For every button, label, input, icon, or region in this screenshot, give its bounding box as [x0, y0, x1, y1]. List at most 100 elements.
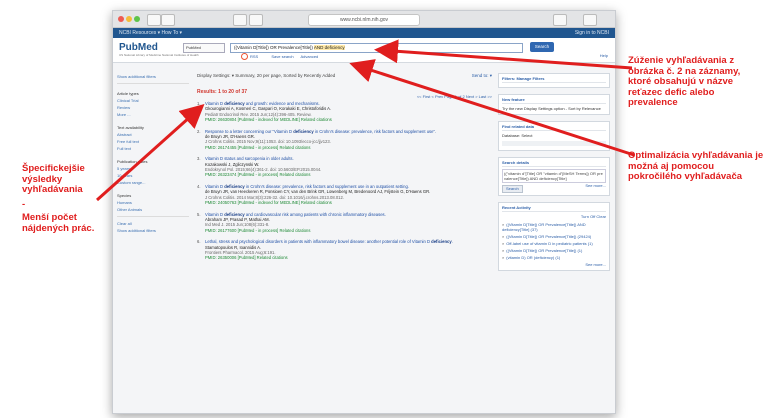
- help-link[interactable]: Help: [600, 53, 608, 58]
- recent-item[interactable]: ⌕ ((Vitamin D[Title]) OR Prevalence[Title…: [502, 234, 606, 239]
- recent-item[interactable]: ⌕ Off-label use of vitamin D in pediatric…: [502, 241, 606, 246]
- search-sublinks: RSS Save search Advanced: [241, 53, 324, 60]
- pager[interactable]: << First < Prev Page 1 of 2 Next > Last …: [417, 94, 492, 99]
- search-input[interactable]: ((Vitamin D[Title]) OR Prevalence[Title]…: [230, 43, 523, 53]
- filter-item[interactable]: 5 years: [117, 165, 189, 172]
- result-links[interactable]: PMID: 24050763 [PubMed - indexed for MED…: [205, 200, 492, 205]
- display-settings[interactable]: Display Settings: ▾ Summary, 20 per page…: [197, 73, 492, 79]
- screenshot-frame: www.ncbi.nlm.nih.gov NCBI Resources ▾ Ho…: [112, 10, 616, 414]
- filter-heading: Publication dates: [117, 159, 148, 164]
- results-list: 1. Vitamin D deficiency and growth: evide…: [197, 101, 492, 261]
- send-to-menu[interactable]: Send to: ▾: [472, 73, 492, 79]
- maximize-dot-icon[interactable]: [134, 16, 140, 22]
- result-title-text: Lethal, stress and psychological disorde…: [205, 239, 432, 245]
- rss-link[interactable]: RSS: [241, 53, 264, 60]
- filter-item[interactable]: Custom range...: [117, 179, 189, 186]
- new-feature-text[interactable]: Try the new Display Settings option - So…: [502, 106, 606, 112]
- recent-item-label: (vitamin D) OR (deficiency) (1): [506, 255, 561, 260]
- recent-item-label: ((Vitamin D[Title]) OR Prevalence[Title]…: [506, 248, 583, 253]
- result-number: 2.: [197, 128, 201, 134]
- address-bar[interactable]: www.ncbi.nlm.nih.gov: [308, 14, 420, 26]
- filters-sidebar: Show additional filters Article types Cl…: [117, 73, 189, 234]
- filter-item[interactable]: More ...: [117, 111, 189, 118]
- recent-list: ⌕ ((Vitamin D[Title]) OR Prevalence[Title…: [502, 222, 606, 260]
- tabs-button[interactable]: [249, 14, 263, 26]
- result-links[interactable]: PMID: 26174455 [PubMed - in process] Rel…: [205, 145, 492, 150]
- recent-item-label: ((Vitamin D[Title]) OR Prevalence[Title]…: [506, 234, 592, 239]
- ncbi-resources-menu[interactable]: NCBI Resources ▾ How To ▾: [119, 30, 182, 36]
- search-details-title: Search details: [502, 160, 606, 167]
- divider: [117, 216, 189, 217]
- result-links[interactable]: PMID: 26177600 [PubMed - in process] Rel…: [205, 228, 492, 233]
- search-details-box: Search details (("vitamin d"[Title] OR "…: [498, 157, 610, 196]
- share-button[interactable]: [553, 14, 567, 26]
- result-title-highlight: deficiency: [224, 183, 245, 189]
- filter-item[interactable]: Free full text: [117, 138, 189, 145]
- search-icon: ⌕: [502, 248, 505, 253]
- divider: [117, 83, 189, 84]
- result-title-rest: in Crohn's disease: prevalence, risk fac…: [313, 128, 437, 134]
- recent-see-more[interactable]: See more...: [502, 262, 606, 268]
- downloads-button[interactable]: [583, 14, 597, 26]
- sidebar-button[interactable]: [233, 14, 247, 26]
- forward-button[interactable]: [161, 14, 175, 26]
- annotation-zuzenie: Zúženie vyhľadávania z obrázka č. 2 na z…: [628, 55, 741, 108]
- close-dot-icon[interactable]: [118, 16, 124, 22]
- result-links[interactable]: PMID: 26323474 [PubMed - in process] Rel…: [205, 172, 492, 177]
- database-select-related[interactable]: Database: Select: [502, 133, 606, 139]
- search-details-button[interactable]: Search: [502, 185, 523, 193]
- find-related-box: Find related data Database: Select: [498, 121, 610, 151]
- filter-heading: Species: [117, 193, 132, 198]
- filter-item[interactable]: Clinical Trial: [117, 97, 189, 104]
- result-item: 5. Vitamin D deficiency and cardiovascula…: [197, 212, 492, 234]
- database-select[interactable]: PubMed: [183, 43, 225, 53]
- search-icon: ⌕: [502, 234, 505, 239]
- filter-item[interactable]: Abstract: [117, 131, 189, 138]
- annotation-mensi: Menší počet nájdených prác.: [22, 212, 95, 234]
- search-header: PubMed US National Library of Medicine Na…: [113, 38, 615, 63]
- filter-item[interactable]: Show additional filters: [117, 227, 189, 234]
- save-search-link[interactable]: Save search: [271, 54, 293, 59]
- result-item: 4. Vitamin D deficiency in Crohn's diseas…: [197, 184, 492, 206]
- result-item: 3. Vitamin D status and sarcopenia in old…: [197, 156, 492, 178]
- minimize-dot-icon[interactable]: [126, 16, 132, 22]
- result-number: 4.: [197, 183, 201, 189]
- recent-item[interactable]: ⌕ (vitamin D) OR (deficiency) (1): [502, 255, 606, 260]
- result-number: 1.: [197, 101, 201, 106]
- result-title-highlight: deficiency: [293, 128, 314, 134]
- ncbi-topbar: NCBI Resources ▾ How To ▾ Sign in to NCB…: [113, 28, 615, 38]
- result-title-text: Vitamin D status and sarcopenia in older…: [205, 156, 294, 162]
- filter-item[interactable]: Show additional filters: [117, 73, 189, 80]
- filter-heading: Text availability: [117, 125, 144, 130]
- filter-item[interactable]: Review: [117, 104, 189, 111]
- result-links[interactable]: PMID: 26350006 [PubMed] Related citation…: [205, 255, 492, 260]
- filters-title[interactable]: Filters: Manage Filters: [502, 76, 606, 83]
- logo-subtitle: US National Library of Medicine National…: [119, 53, 199, 57]
- find-related-title: Find related data: [502, 124, 606, 131]
- result-title-rest: .: [451, 239, 453, 245]
- filter-heading: Article types: [117, 91, 139, 96]
- query-highlight: AND deficiency: [313, 45, 345, 50]
- filter-item[interactable]: Humans: [117, 199, 189, 206]
- recent-item[interactable]: ⌕ ((Vitamin D[Title]) OR Prevalence[Title…: [502, 248, 606, 253]
- clear-all-link[interactable]: Clear all: [117, 220, 189, 227]
- right-sidebar: Filters: Manage Filters New feature Try …: [498, 73, 610, 277]
- result-title-highlight: deficiency: [224, 101, 245, 106]
- recent-item[interactable]: ⌕ ((Vitamin D[Title]) OR Prevalence[Title…: [502, 222, 606, 232]
- search-button[interactable]: Search: [530, 42, 554, 52]
- see-more-link[interactable]: See more...: [585, 183, 606, 189]
- result-title-link[interactable]: Lethal, stress and psychological disorde…: [205, 239, 492, 244]
- search-details-text[interactable]: (("vitamin d"[Title] OR "vitamin d"[MeSH…: [502, 169, 606, 183]
- sign-in-link[interactable]: Sign in to NCBI: [575, 28, 609, 38]
- rss-icon: [241, 53, 248, 60]
- filters-box: Filters: Manage Filters: [498, 73, 610, 88]
- result-title-text: Vitamin D: [205, 183, 225, 189]
- filter-item[interactable]: 10 years: [117, 172, 189, 179]
- filter-item[interactable]: Other Animals: [117, 206, 189, 213]
- back-button[interactable]: [147, 14, 161, 26]
- result-number: 5.: [197, 211, 201, 217]
- filter-item[interactable]: Full text: [117, 145, 189, 152]
- advanced-search-link[interactable]: Advanced: [300, 54, 318, 59]
- result-links[interactable]: PMID: 26630804 [PubMed - indexed for MED…: [205, 117, 492, 122]
- recent-controls[interactable]: Turn Off Clear: [502, 214, 606, 220]
